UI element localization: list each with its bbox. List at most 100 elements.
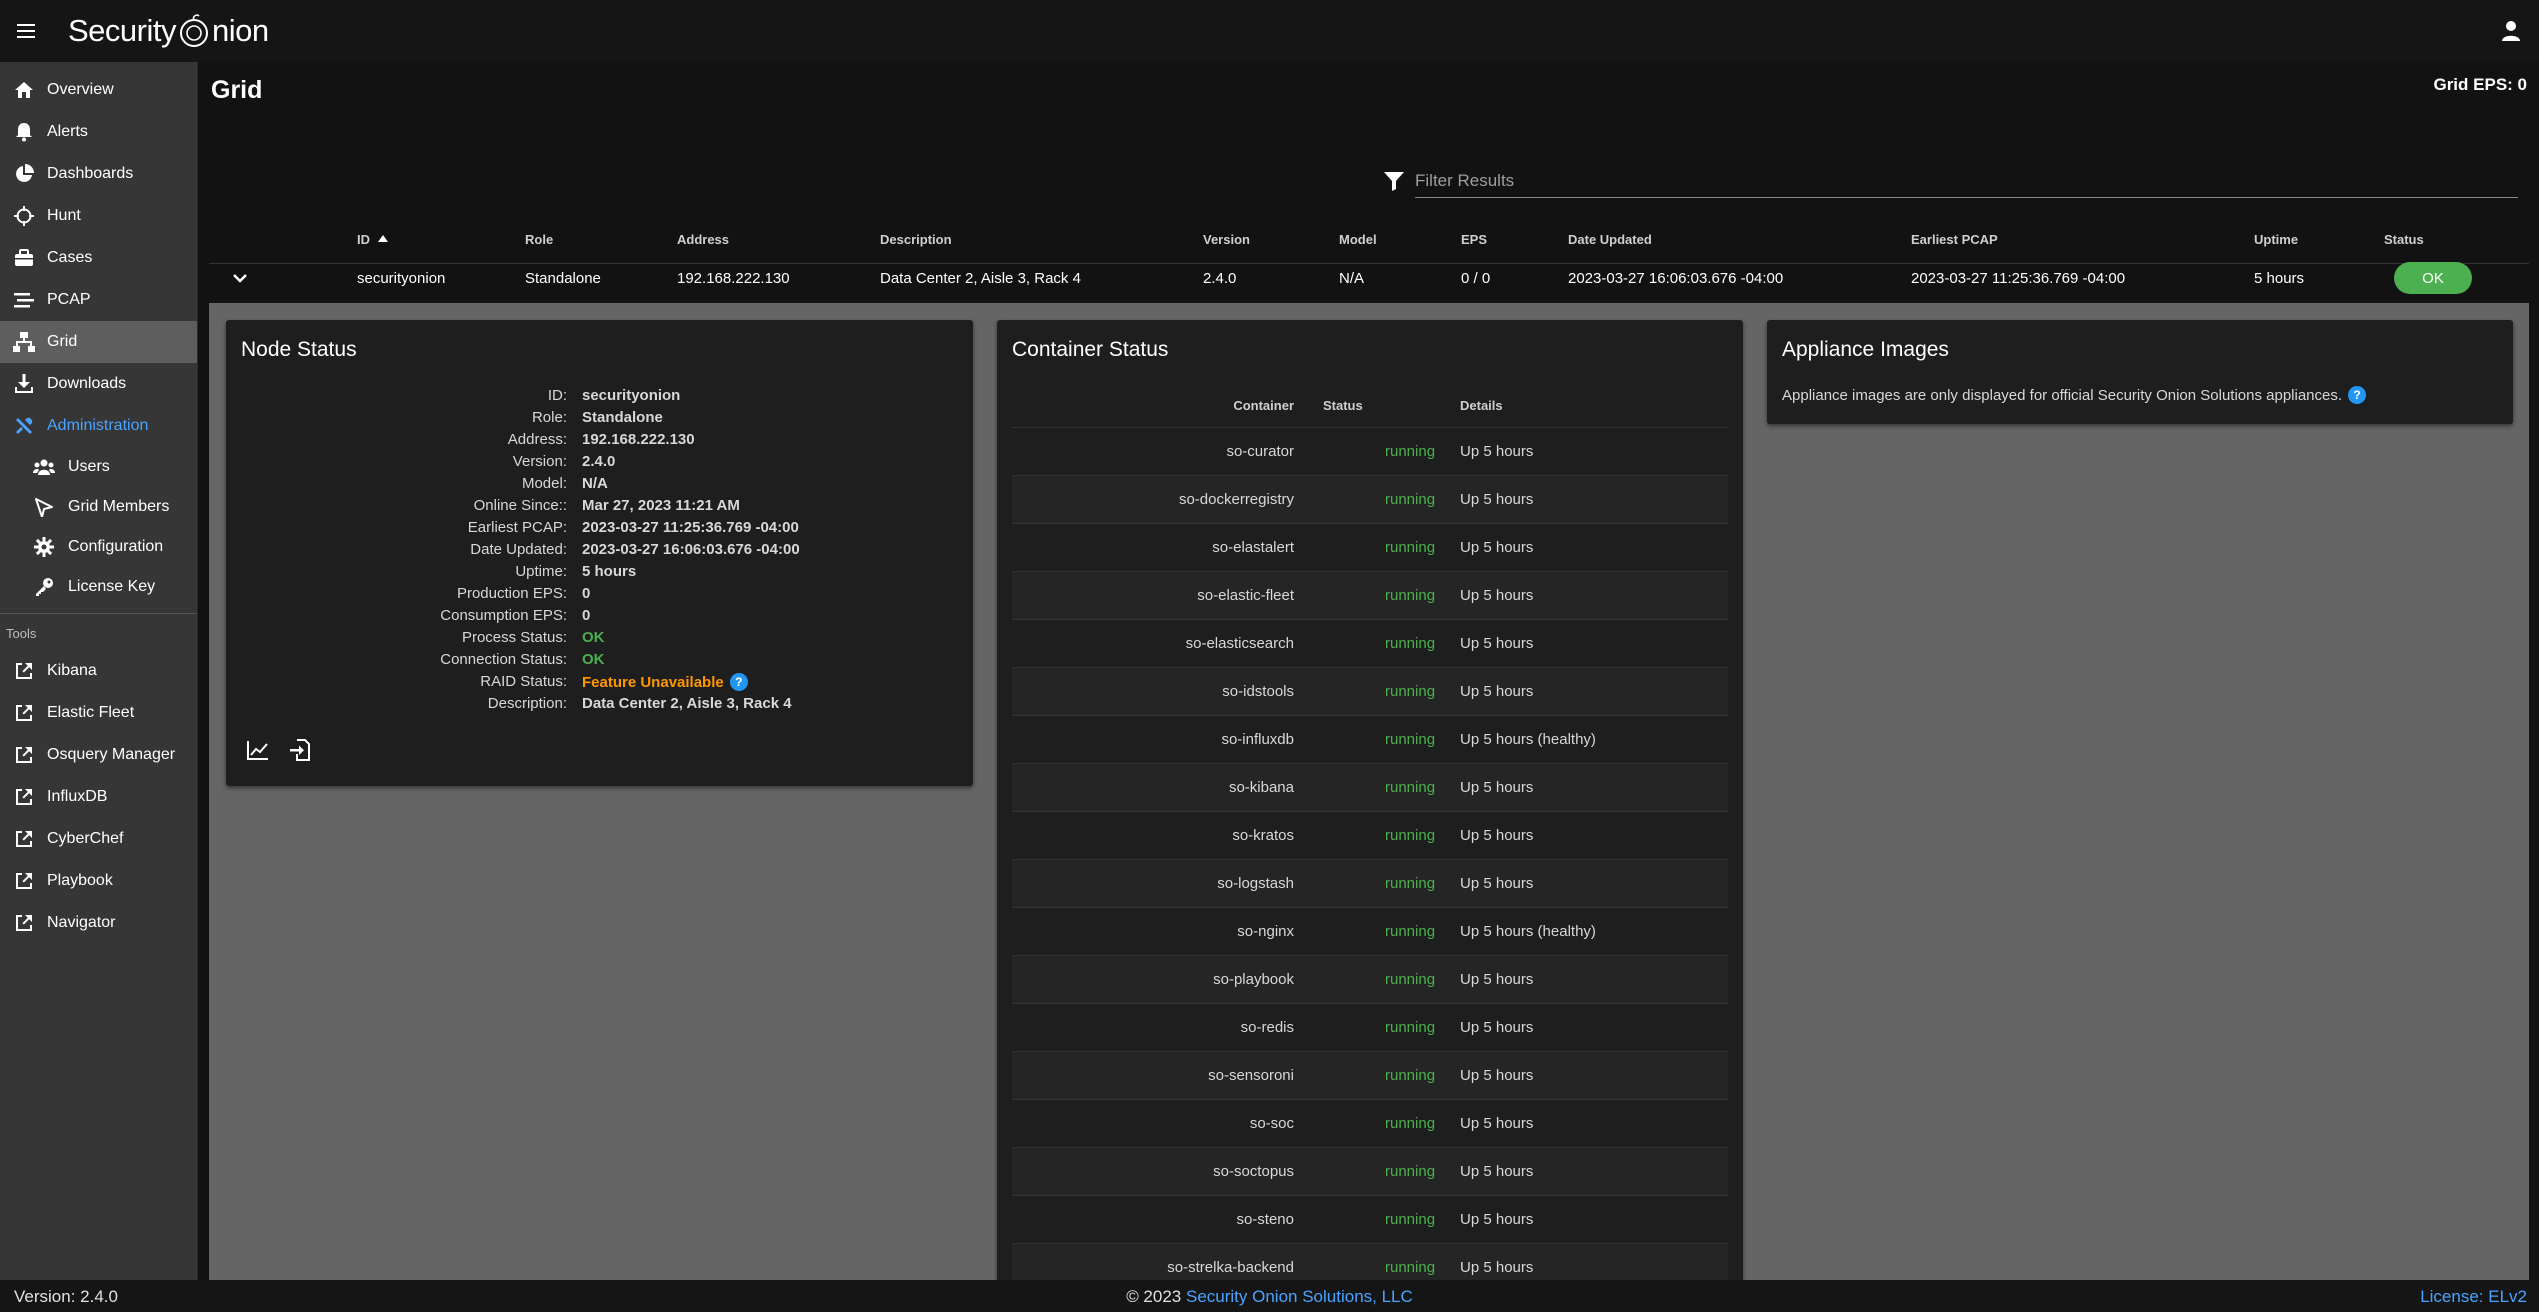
node-field-value-text: Feature Unavailable: [582, 674, 724, 691]
row-eps: 0 / 0: [1461, 270, 1491, 287]
sidebar-item-grid-members[interactable]: Grid Members: [0, 487, 197, 527]
chevron-down-icon[interactable]: [227, 265, 253, 291]
briefcase-icon: [12, 246, 36, 270]
sidebar-item-license-key[interactable]: License Key: [0, 567, 197, 607]
grid-eps-readout: Grid EPS: 0: [2433, 75, 2527, 94]
sidebar-item-label: Cases: [47, 249, 93, 266]
app-logo[interactable]: Security nion: [68, 13, 269, 49]
column-header-uptime[interactable]: Uptime: [2254, 232, 2298, 247]
node-field-key: Process Status:: [461, 629, 567, 646]
sidebar-item-label: Overview: [47, 81, 114, 98]
tool-link-label: Navigator: [47, 914, 116, 931]
column-header-model[interactable]: Model: [1339, 232, 1377, 247]
sidebar-item-grid[interactable]: Grid: [0, 321, 197, 363]
container-status: running: [1385, 587, 1436, 604]
container-status: running: [1385, 779, 1436, 796]
menu-icon[interactable]: [0, 0, 52, 62]
company-link[interactable]: Security Onion Solutions, LLC: [1186, 1287, 1413, 1306]
tool-link-elastic-fleet[interactable]: Elastic Fleet: [0, 692, 197, 734]
column-header-earliest-pcap[interactable]: Earliest PCAP: [1911, 232, 1998, 247]
row-model: N/A: [1339, 270, 1365, 287]
help-icon[interactable]: ?: [729, 673, 748, 691]
users-icon: [32, 455, 56, 479]
row-role: Standalone: [525, 270, 601, 287]
column-header-eps[interactable]: EPS: [1461, 232, 1487, 247]
status-badge[interactable]: OK: [2394, 262, 2472, 294]
column-header-id[interactable]: ID: [357, 232, 389, 247]
external-link-icon: [12, 785, 36, 809]
sidebar-item-administration[interactable]: Administration: [0, 405, 197, 447]
filter-icon[interactable]: [1383, 170, 1405, 192]
external-link-icon: [12, 911, 36, 935]
container-name: so-elastic-fleet: [1197, 587, 1294, 604]
column-header-date-updated[interactable]: Date Updated: [1568, 232, 1652, 247]
node-field-row: Uptime: 5 hours: [241, 563, 961, 583]
tool-link-playbook[interactable]: Playbook: [0, 860, 197, 902]
node-field-key: Consumption EPS:: [440, 607, 567, 624]
node-field-value-text: Standalone: [582, 409, 663, 426]
container-status-card: Container Status Container Status Detail…: [997, 320, 1743, 1280]
node-field-value: 2023-03-27 11:25:36.769 -04:00: [582, 519, 799, 536]
node-field-key: Connection Status:: [440, 651, 567, 668]
sidebar-item-alerts[interactable]: Alerts: [0, 111, 197, 153]
row-description: Data Center 2, Aisle 3, Rack 4: [880, 270, 1081, 287]
column-header-address[interactable]: Address: [677, 232, 729, 247]
filter-input[interactable]: [1415, 168, 2518, 194]
table-row[interactable]: securityonion Standalone 192.168.222.130…: [209, 253, 2529, 303]
node-field-key: Date Updated:: [470, 541, 567, 558]
table-row: so-logstash running Up 5 hours: [1012, 860, 1728, 908]
card-title: Node Status: [241, 338, 357, 361]
chart-line-icon[interactable]: [246, 738, 270, 762]
container-name: so-soctopus: [1213, 1163, 1294, 1180]
container-details: Up 5 hours: [1460, 1067, 1534, 1084]
column-header-role[interactable]: Role: [525, 232, 553, 247]
sidebar-item-configuration[interactable]: Configuration: [0, 527, 197, 567]
sidebar-item-overview[interactable]: Overview: [0, 69, 197, 111]
node-field-value-text: 2023-03-27 16:06:03.676 -04:00: [582, 541, 800, 558]
crosshairs-icon: [12, 204, 36, 228]
sidebar-item-cases[interactable]: Cases: [0, 237, 197, 279]
file-import-icon[interactable]: [288, 738, 312, 762]
container-details: Up 5 hours: [1460, 1211, 1534, 1228]
sidebar-item-hunt[interactable]: Hunt: [0, 195, 197, 237]
sidebar-item-label: Users: [68, 458, 110, 475]
node-field-row: ID: securityonion: [241, 387, 961, 407]
column-header-status[interactable]: Status: [2384, 232, 2424, 247]
sidebar-item-users[interactable]: Users: [0, 447, 197, 487]
appliance-images-message: Appliance images are only displayed for …: [1782, 386, 2367, 404]
column-header-description[interactable]: Description: [880, 232, 952, 247]
column-header-container: Container: [1233, 398, 1294, 413]
container-status: running: [1385, 1115, 1436, 1132]
column-header-status: Status: [1323, 398, 1363, 413]
sidebar-item-pcap[interactable]: PCAP: [0, 279, 197, 321]
license-link[interactable]: License: ELv2: [2420, 1287, 2527, 1307]
container-name: so-kibana: [1228, 779, 1294, 796]
node-field-value-text: 2.4.0: [582, 453, 616, 470]
container-details: Up 5 hours: [1460, 443, 1534, 460]
node-field-key: Online Since::: [473, 497, 567, 514]
node-field-row: Consumption EPS: 0: [241, 607, 961, 627]
tool-link-navigator[interactable]: Navigator: [0, 902, 197, 944]
container-name: so-idstools: [1222, 683, 1294, 700]
column-header-version[interactable]: Version: [1203, 232, 1250, 247]
table-row: so-playbook running Up 5 hours: [1012, 956, 1728, 1004]
account-icon[interactable]: [2495, 15, 2527, 47]
tool-link-osquery-manager[interactable]: Osquery Manager: [0, 734, 197, 776]
home-icon: [12, 78, 36, 102]
tool-link-influxdb[interactable]: InfluxDB: [0, 776, 197, 818]
tool-link-label: Playbook: [47, 872, 113, 889]
sidebar-item-downloads[interactable]: Downloads: [0, 363, 197, 405]
tool-link-label: CyberChef: [47, 830, 124, 847]
onion-logo-icon: [177, 13, 211, 49]
node-field-value-text: 0: [582, 607, 591, 624]
node-field-value: Mar 27, 2023 11:21 AM: [582, 497, 740, 514]
tool-link-kibana[interactable]: Kibana: [0, 650, 197, 692]
sidebar-item-dashboards[interactable]: Dashboards: [0, 153, 197, 195]
container-table-header: Container Status Details: [1012, 394, 1728, 428]
node-field-value-text: securityonion: [582, 387, 681, 404]
download-icon: [12, 372, 36, 396]
tool-link-cyberchef[interactable]: CyberChef: [0, 818, 197, 860]
tools-section-label: Tools: [6, 626, 37, 641]
container-name: so-nginx: [1237, 923, 1294, 940]
help-icon[interactable]: ?: [2348, 386, 2367, 404]
